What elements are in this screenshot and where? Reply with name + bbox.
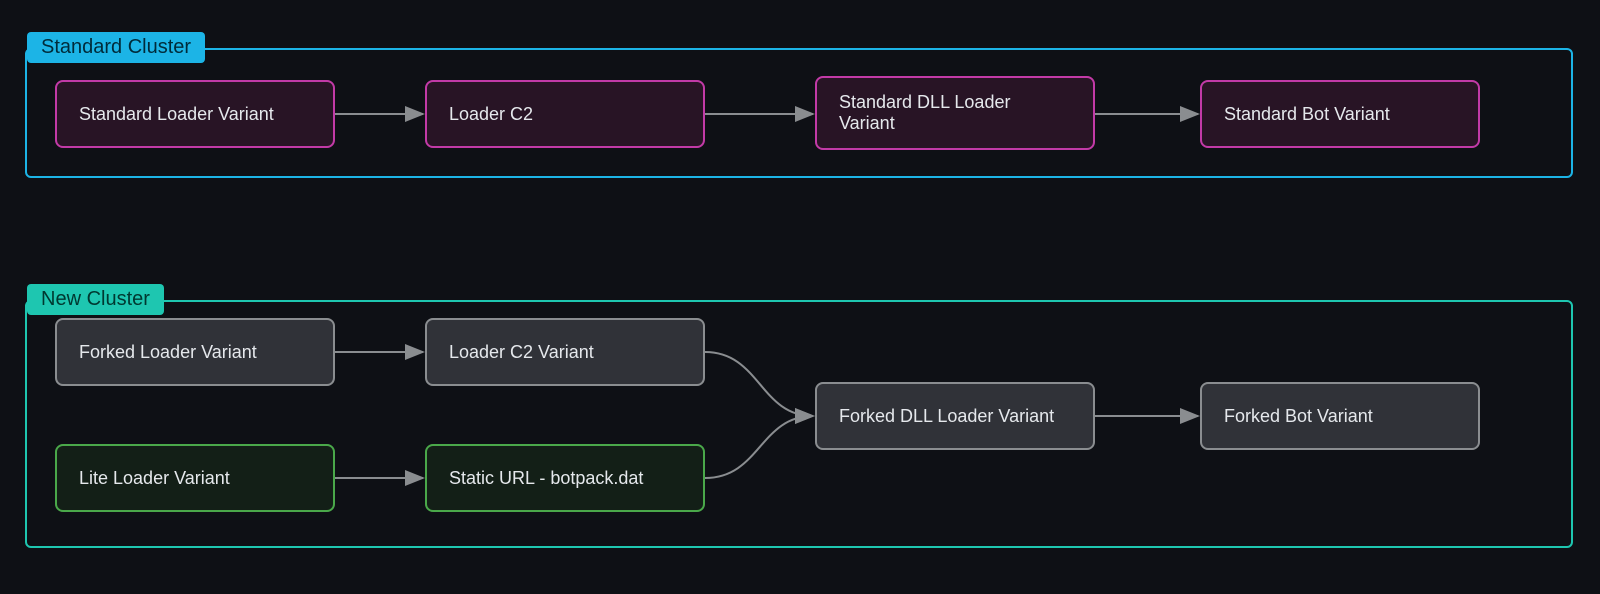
node-label: Forked DLL Loader Variant xyxy=(839,406,1054,427)
node-label: Static URL - botpack.dat xyxy=(449,468,643,489)
node-forked-bot-variant: Forked Bot Variant xyxy=(1200,382,1480,450)
node-standard-loader-variant: Standard Loader Variant xyxy=(55,80,335,148)
node-loader-c2: Loader C2 xyxy=(425,80,705,148)
node-static-url-botpack: Static URL - botpack.dat xyxy=(425,444,705,512)
node-label: Loader C2 Variant xyxy=(449,342,594,363)
node-label: Lite Loader Variant xyxy=(79,468,230,489)
node-lite-loader-variant: Lite Loader Variant xyxy=(55,444,335,512)
node-label: Forked Loader Variant xyxy=(79,342,257,363)
node-forked-loader-variant: Forked Loader Variant xyxy=(55,318,335,386)
node-label: Standard Loader Variant xyxy=(79,104,274,125)
cluster-standard-label: Standard Cluster xyxy=(27,32,205,63)
node-label: Forked Bot Variant xyxy=(1224,406,1373,427)
node-label: Loader C2 xyxy=(449,104,533,125)
node-loader-c2-variant: Loader C2 Variant xyxy=(425,318,705,386)
node-forked-dll-loader-variant: Forked DLL Loader Variant xyxy=(815,382,1095,450)
node-standard-dll-loader-variant: Standard DLL Loader Variant xyxy=(815,76,1095,150)
node-label: Standard Bot Variant xyxy=(1224,104,1390,125)
node-label: Standard DLL Loader Variant xyxy=(839,92,1071,134)
cluster-new-label: New Cluster xyxy=(27,284,164,315)
node-standard-bot-variant: Standard Bot Variant xyxy=(1200,80,1480,148)
